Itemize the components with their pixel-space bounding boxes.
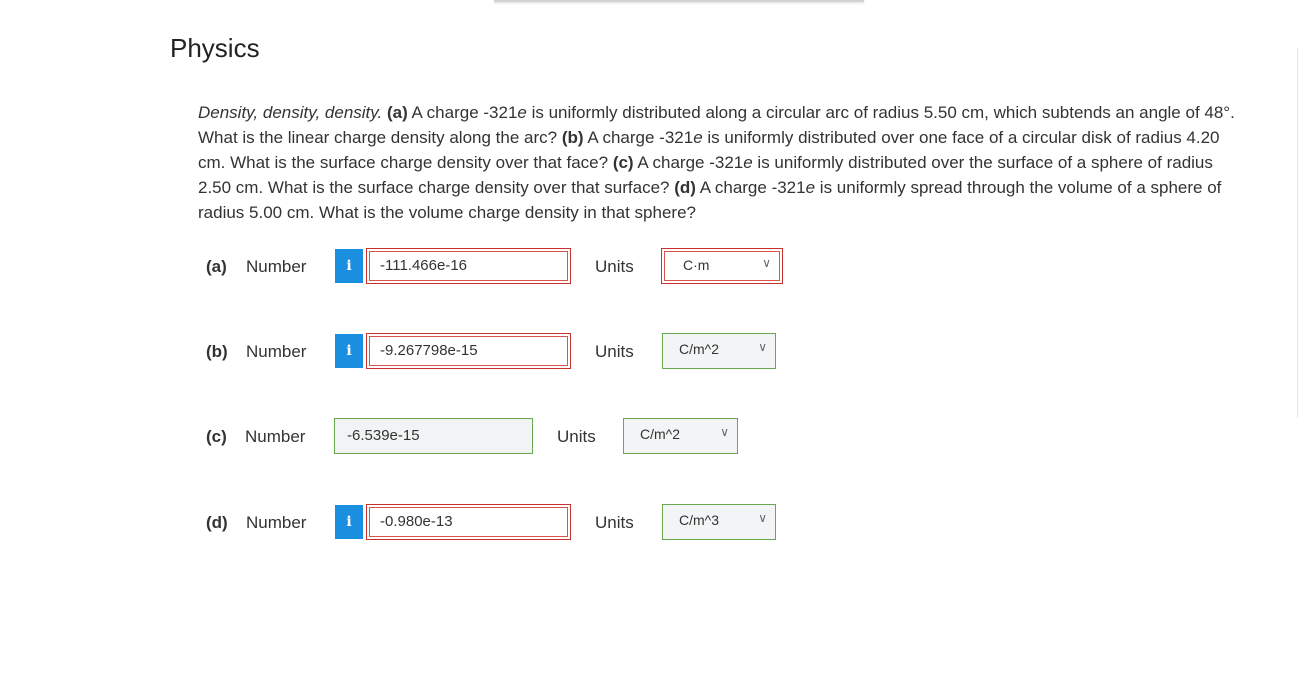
question-lead: Density, density, density. (198, 103, 383, 122)
info-icon[interactable]: i (335, 249, 363, 283)
part-label: (a) (206, 257, 227, 276)
units-label: Units (557, 427, 596, 446)
number-value[interactable]: -0.980e-13 (369, 507, 568, 537)
question-text: Density, density, density. (a) A charge … (198, 100, 1238, 225)
part-b-label: (b) (561, 128, 584, 147)
page-title: Physics (170, 33, 260, 63)
number-input-b[interactable]: -9.267798e-15 (366, 333, 571, 369)
number-value[interactable]: -111.466e-16 (369, 251, 568, 281)
part-label: (b) (206, 342, 228, 361)
part-label: (c) (206, 427, 227, 446)
units-select-b[interactable]: C/m^2 ∨ (662, 333, 776, 369)
charge-e: e (693, 128, 703, 147)
chevron-down-icon: ∨ (762, 256, 771, 270)
chevron-down-icon: ∨ (758, 340, 767, 354)
number-value[interactable]: -6.539e-15 (335, 419, 532, 453)
answer-row-c: (c) Number -6.539e-15 Units C/m^2 ∨ (206, 418, 1106, 456)
number-input-d[interactable]: -0.980e-13 (366, 504, 571, 540)
chevron-down-icon: ∨ (720, 425, 729, 439)
answer-row-a: (a) Number i -111.466e-16 Units C·m ∨ (206, 248, 1106, 286)
units-label: Units (595, 342, 634, 361)
charge-e: e (805, 178, 816, 197)
selected-unit: C/m^2 (679, 341, 720, 357)
part-label: (d) (206, 513, 228, 532)
right-divider (1297, 48, 1298, 418)
units-select-c[interactable]: C/m^2 ∨ (623, 418, 738, 454)
chevron-down-icon: ∨ (758, 511, 767, 525)
part-b-text: A charge -321 (583, 128, 694, 147)
part-d-text: A charge -321 (695, 178, 806, 197)
info-icon[interactable]: i (335, 505, 363, 539)
info-icon[interactable]: i (335, 334, 363, 368)
part-c-label: (c) (612, 153, 634, 172)
number-label: Number (246, 257, 307, 276)
selected-unit: C·m (683, 257, 710, 273)
answer-row-d: (d) Number i -0.980e-13 Units C/m^3 ∨ (206, 504, 1106, 542)
part-d-label: (d) (674, 178, 696, 197)
units-label: Units (595, 257, 634, 276)
part-c-text: A charge -321 (633, 153, 744, 172)
number-input-a[interactable]: -111.466e-16 (366, 248, 571, 284)
number-input-c[interactable]: -6.539e-15 (334, 418, 533, 454)
number-label: Number (246, 342, 307, 361)
selected-unit: C/m^2 (640, 426, 681, 442)
part-a-label: (a) (386, 103, 408, 122)
number-label: Number (246, 513, 307, 532)
units-label: Units (595, 513, 634, 532)
units-select-d[interactable]: C/m^3 ∨ (662, 504, 776, 540)
charge-e: e (743, 153, 753, 172)
charge-e: e (517, 103, 527, 122)
answer-row-b: (b) Number i -9.267798e-15 Units C/m^2 ∨ (206, 333, 1106, 371)
number-value[interactable]: -9.267798e-15 (369, 336, 568, 366)
top-scroll-bar (494, 0, 864, 2)
number-label: Number (245, 427, 306, 446)
units-select-a[interactable]: C·m ∨ (661, 248, 783, 284)
selected-unit: C/m^3 (679, 512, 720, 528)
part-a-text: A charge -321 (407, 103, 518, 122)
